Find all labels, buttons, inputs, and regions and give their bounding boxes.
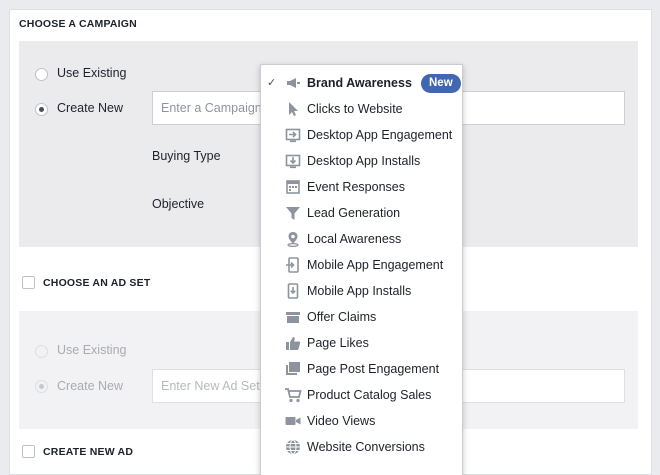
offer-icon: [286, 312, 300, 323]
desktop-app-engage-icon: [285, 128, 301, 143]
use-existing-ad-set-radio[interactable]: [35, 345, 48, 358]
selected-check-icon: ✓: [267, 77, 277, 89]
objective-option-desktop-app-engagement[interactable]: Desktop App Engagement: [261, 122, 462, 148]
mobile-engage-icon: [286, 257, 299, 273]
objective-option-label: Desktop App Installs: [307, 154, 421, 168]
objective-option-clicks-to-website[interactable]: Clicks to Website: [261, 96, 462, 122]
new-badge: New: [421, 74, 461, 93]
create-new-campaign-label: Create New: [57, 101, 123, 115]
use-existing-campaign-radio[interactable]: [35, 68, 48, 81]
objective-option-label: Page Post Engagement: [307, 362, 440, 376]
use-existing-campaign-label: Use Existing: [57, 66, 127, 80]
objective-option-label: Offer Claims: [307, 310, 377, 324]
campaign-section-title: CHOOSE A CAMPAIGN: [19, 18, 137, 30]
objective-option-mobile-app-installs[interactable]: Mobile App Installs: [261, 278, 462, 304]
objective-option-desktop-app-installs[interactable]: Desktop App Installs: [261, 148, 462, 174]
create-new-ad-set-label: Create New: [57, 379, 123, 393]
cursor-icon: [289, 102, 298, 116]
mobile-install-icon: [287, 283, 299, 299]
objective-option-label: Local Awareness: [307, 232, 402, 246]
objective-option-label: Mobile App Engagement: [307, 258, 444, 272]
megaphone-icon: [287, 78, 300, 88]
objective-option-label: Lead Generation: [307, 206, 401, 220]
objective-option-mobile-app-engagement[interactable]: Mobile App Engagement: [261, 252, 462, 278]
objective-option-page-post-engagement[interactable]: Page Post Engagement: [261, 356, 462, 382]
location-pin-icon: [287, 232, 299, 248]
create-new-campaign-radio[interactable]: [35, 103, 48, 116]
objective-option-event-responses[interactable]: Event Responses: [261, 174, 462, 200]
objective-dropdown-menu: ✓ Brand Awareness New Clicks to Website …: [260, 64, 463, 475]
objective-option-label: Website Conversions: [307, 440, 425, 454]
cart-icon: [285, 388, 302, 403]
objective-option-local-awareness[interactable]: Local Awareness: [261, 226, 462, 252]
objective-option-label: Event Responses: [307, 180, 405, 194]
objective-option-label: Video Views: [307, 414, 376, 428]
objective-option-label: Clicks to Website: [307, 102, 403, 116]
objective-option-brand-awareness[interactable]: ✓ Brand Awareness New: [261, 70, 462, 96]
new-ad-section-checkbox[interactable]: [22, 445, 35, 458]
objective-label: Objective: [152, 197, 205, 211]
video-camera-icon: [285, 417, 301, 425]
post-icon: [286, 362, 300, 375]
ad-set-section-title: CHOOSE AN AD SET: [43, 277, 151, 289]
objective-option-video-views[interactable]: Video Views: [261, 408, 462, 434]
use-existing-ad-set-label: Use Existing: [57, 343, 127, 357]
objective-option-label: Desktop App Engagement: [307, 128, 453, 142]
objective-option-label: Mobile App Installs: [307, 284, 412, 298]
globe-icon: [286, 439, 300, 455]
objective-option-page-likes[interactable]: Page Likes: [261, 330, 462, 356]
objective-option-website-conversions[interactable]: Website Conversions: [261, 434, 462, 460]
ad-set-section-checkbox[interactable]: [22, 276, 35, 289]
buying-type-label: Buying Type: [152, 149, 221, 163]
objective-option-label: Page Likes: [307, 336, 369, 350]
calendar-icon: [286, 180, 300, 194]
objective-option-product-catalog-sales[interactable]: Product Catalog Sales: [261, 382, 462, 408]
objective-option-label: Brand Awareness: [307, 76, 412, 90]
thumbs-up-icon: [286, 337, 301, 350]
new-ad-section-title: CREATE NEW AD: [43, 446, 134, 458]
objective-option-offer-claims[interactable]: Offer Claims: [261, 304, 462, 330]
funnel-icon: [286, 207, 300, 220]
objective-option-lead-generation[interactable]: Lead Generation: [261, 200, 462, 226]
desktop-app-install-icon: [285, 154, 301, 169]
create-new-ad-set-radio[interactable]: [35, 380, 48, 393]
objective-option-label: Product Catalog Sales: [307, 388, 432, 402]
